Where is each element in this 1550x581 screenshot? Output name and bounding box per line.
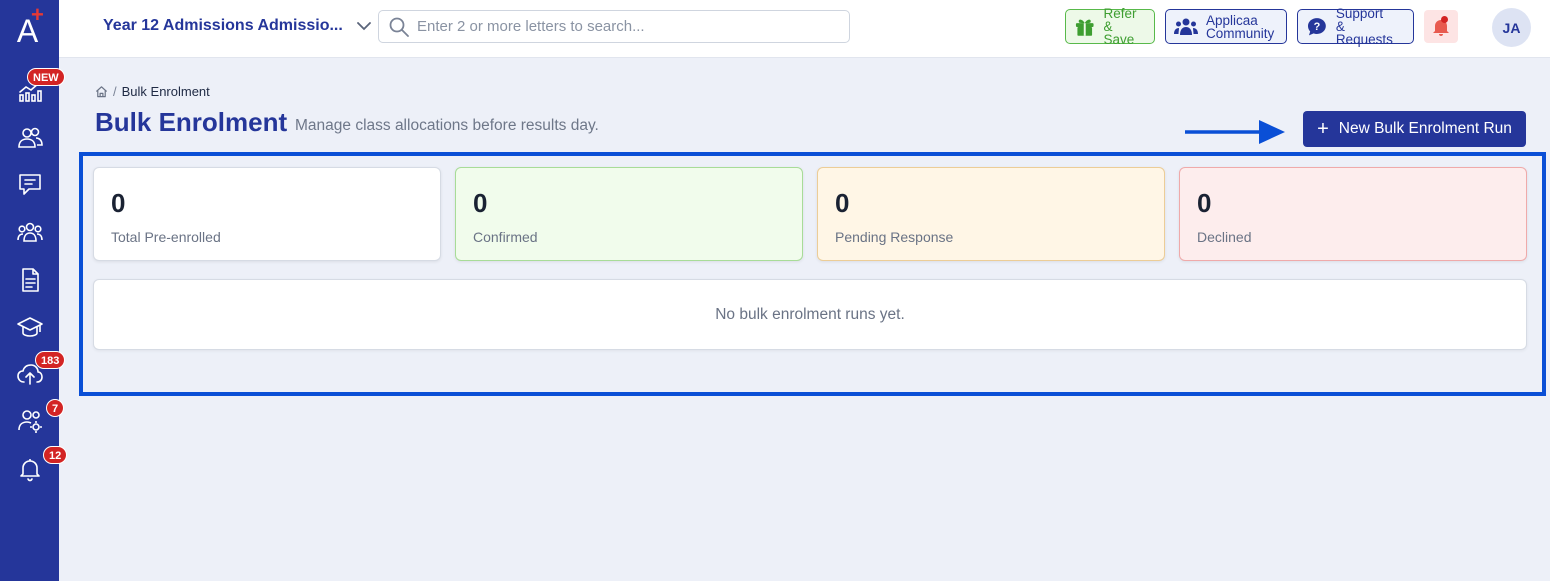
search-box[interactable] [378, 10, 850, 43]
empty-state: No bulk enrolment runs yet. [93, 279, 1527, 350]
stat-card-confirmed: 0 Confirmed [455, 167, 803, 261]
new-bulk-enrolment-run-button[interactable]: + New Bulk Enrolment Run [1303, 111, 1526, 147]
notifications-button[interactable] [1424, 10, 1458, 43]
logo-plus: + [31, 2, 44, 27]
support-line1: Support [1335, 6, 1384, 21]
nav-people[interactable] [0, 118, 59, 158]
document-icon [21, 268, 39, 292]
graduation-cap-icon [16, 317, 43, 337]
group-icon [16, 222, 43, 242]
community-icon [1174, 18, 1198, 35]
community-line1: Applicaa [1206, 12, 1258, 28]
support-line2: & Requests [1335, 19, 1393, 47]
stat-declined-value: 0 [1197, 188, 1212, 218]
plus-icon: + [1317, 118, 1329, 140]
bell-icon [19, 459, 40, 482]
nav-user-settings-badge: 7 [46, 399, 65, 417]
stat-pending-value: 0 [835, 188, 850, 218]
context-selector[interactable]: Year 12 Admissions Admissio... [103, 17, 371, 35]
nav-analytics-badge: NEW [27, 68, 65, 86]
nav-uploads-badge: 183 [35, 351, 66, 369]
stat-confirmed-label: Confirmed [473, 229, 538, 245]
home-icon[interactable] [95, 85, 108, 98]
search-icon [389, 17, 409, 37]
nav-group[interactable] [0, 212, 59, 252]
breadcrumb-separator: / [113, 84, 117, 99]
support-requests-button[interactable]: ? Support & Requests [1297, 6, 1414, 47]
user-settings-icon [17, 410, 42, 433]
search-input[interactable] [417, 18, 817, 35]
stat-card-pending: 0 Pending Response [817, 167, 1165, 261]
stat-declined-label: Declined [1197, 229, 1252, 245]
sidebar: A + NEW 183 7 12 [0, 0, 68, 581]
stat-card-total: 0 Total Pre-enrolled [93, 167, 441, 261]
new-bulk-enrolment-run-label: New Bulk Enrolment Run [1338, 120, 1512, 137]
chevron-down-icon [356, 21, 371, 30]
messages-icon [18, 174, 41, 195]
breadcrumb-current: Bulk Enrolment [121, 84, 210, 99]
nav-notifications-badge: 12 [43, 446, 68, 464]
people-icon [17, 127, 43, 148]
avatar[interactable]: JA [1492, 8, 1531, 47]
stat-confirmed-value: 0 [473, 188, 488, 218]
stat-card-declined: 0 Declined [1179, 167, 1527, 261]
svg-text:?: ? [1314, 20, 1321, 32]
page-subtitle: Manage class allocations before results … [295, 117, 599, 134]
community-line2: Community [1206, 25, 1275, 41]
refer-line2: & Save [1103, 19, 1135, 47]
notification-dot [1441, 16, 1448, 23]
nav-courses[interactable] [0, 307, 59, 347]
community-button[interactable]: Applicaa Community [1165, 9, 1287, 44]
nav-documents[interactable] [0, 260, 59, 300]
stat-pending-label: Pending Response [835, 229, 954, 245]
gift-icon [1075, 19, 1094, 36]
nav-messages[interactable] [0, 164, 59, 204]
breadcrumb: / Bulk Enrolment [95, 84, 210, 99]
stat-total-value: 0 [111, 188, 126, 218]
context-title: Year 12 Admissions Admissio... [103, 17, 343, 34]
stat-total-label: Total Pre-enrolled [111, 229, 221, 245]
arrow-right-icon [1185, 120, 1285, 144]
topbar: Year 12 Admissions Admissio... Refer & S… [59, 0, 1550, 58]
page-title: Bulk Enrolment [95, 107, 288, 137]
help-chat-icon: ? [1307, 17, 1326, 35]
app-logo[interactable]: A + [0, 0, 59, 58]
refer-save-button[interactable]: Refer & Save [1065, 7, 1155, 47]
